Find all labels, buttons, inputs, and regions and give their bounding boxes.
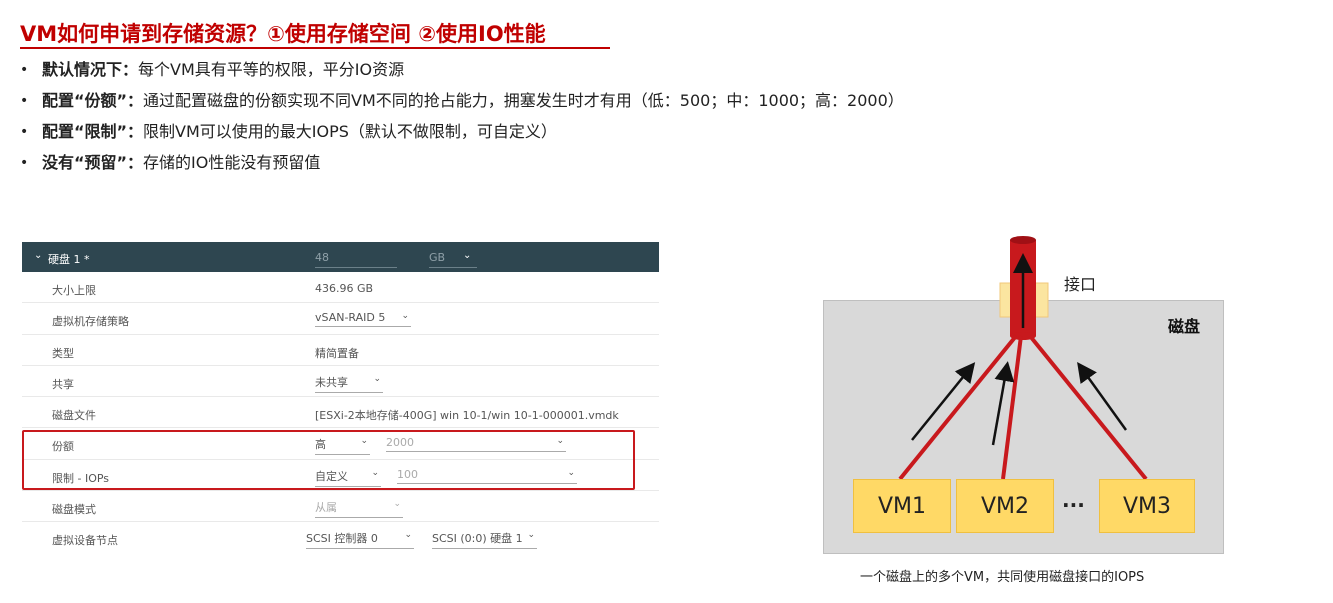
io-arrow-vm2 <box>991 361 1015 446</box>
io-arrow-vm3 <box>1077 361 1128 431</box>
vm-box: VM1 <box>853 479 951 533</box>
pipe-top <box>1010 236 1036 244</box>
link-vm3 <box>1028 334 1148 481</box>
link-vm2 <box>1001 335 1023 480</box>
ellipsis: ··· <box>1062 493 1085 517</box>
diagram-caption: 一个磁盘上的多个VM，共同使用磁盘接口的IOPS <box>860 570 1145 585</box>
vm-box: VM2 <box>956 479 1054 533</box>
vm-box: VM3 <box>1099 479 1195 533</box>
